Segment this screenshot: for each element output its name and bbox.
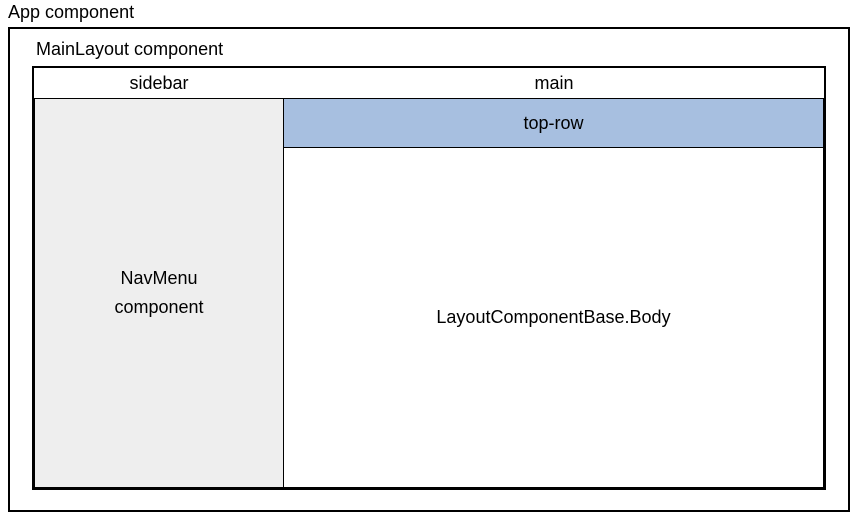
layout-body-box: LayoutComponentBase.Body <box>284 148 824 488</box>
mainlayout-component-label: MainLayout component <box>36 39 826 60</box>
app-component-label: App component <box>8 2 850 23</box>
top-row-label: top-row <box>523 113 583 134</box>
content-row: NavMenucomponent top-row LayoutComponent… <box>34 98 824 488</box>
app-component: App component MainLayout component sideb… <box>8 2 850 512</box>
layout-body-label: LayoutComponentBase.Body <box>436 307 670 328</box>
navmenu-component-label: NavMenucomponent <box>114 264 203 322</box>
app-component-box: MainLayout component sidebar main NavMen… <box>8 27 850 512</box>
sidebar-navmenu-box: NavMenucomponent <box>34 98 284 488</box>
mainlayout-component-box: sidebar main NavMenucomponent top-row La… <box>32 66 826 490</box>
header-row: sidebar main <box>34 68 824 98</box>
main-column: top-row LayoutComponentBase.Body <box>284 98 824 488</box>
main-header-label: main <box>284 68 824 98</box>
sidebar-header-label: sidebar <box>34 68 284 98</box>
top-row-box: top-row <box>284 98 824 148</box>
